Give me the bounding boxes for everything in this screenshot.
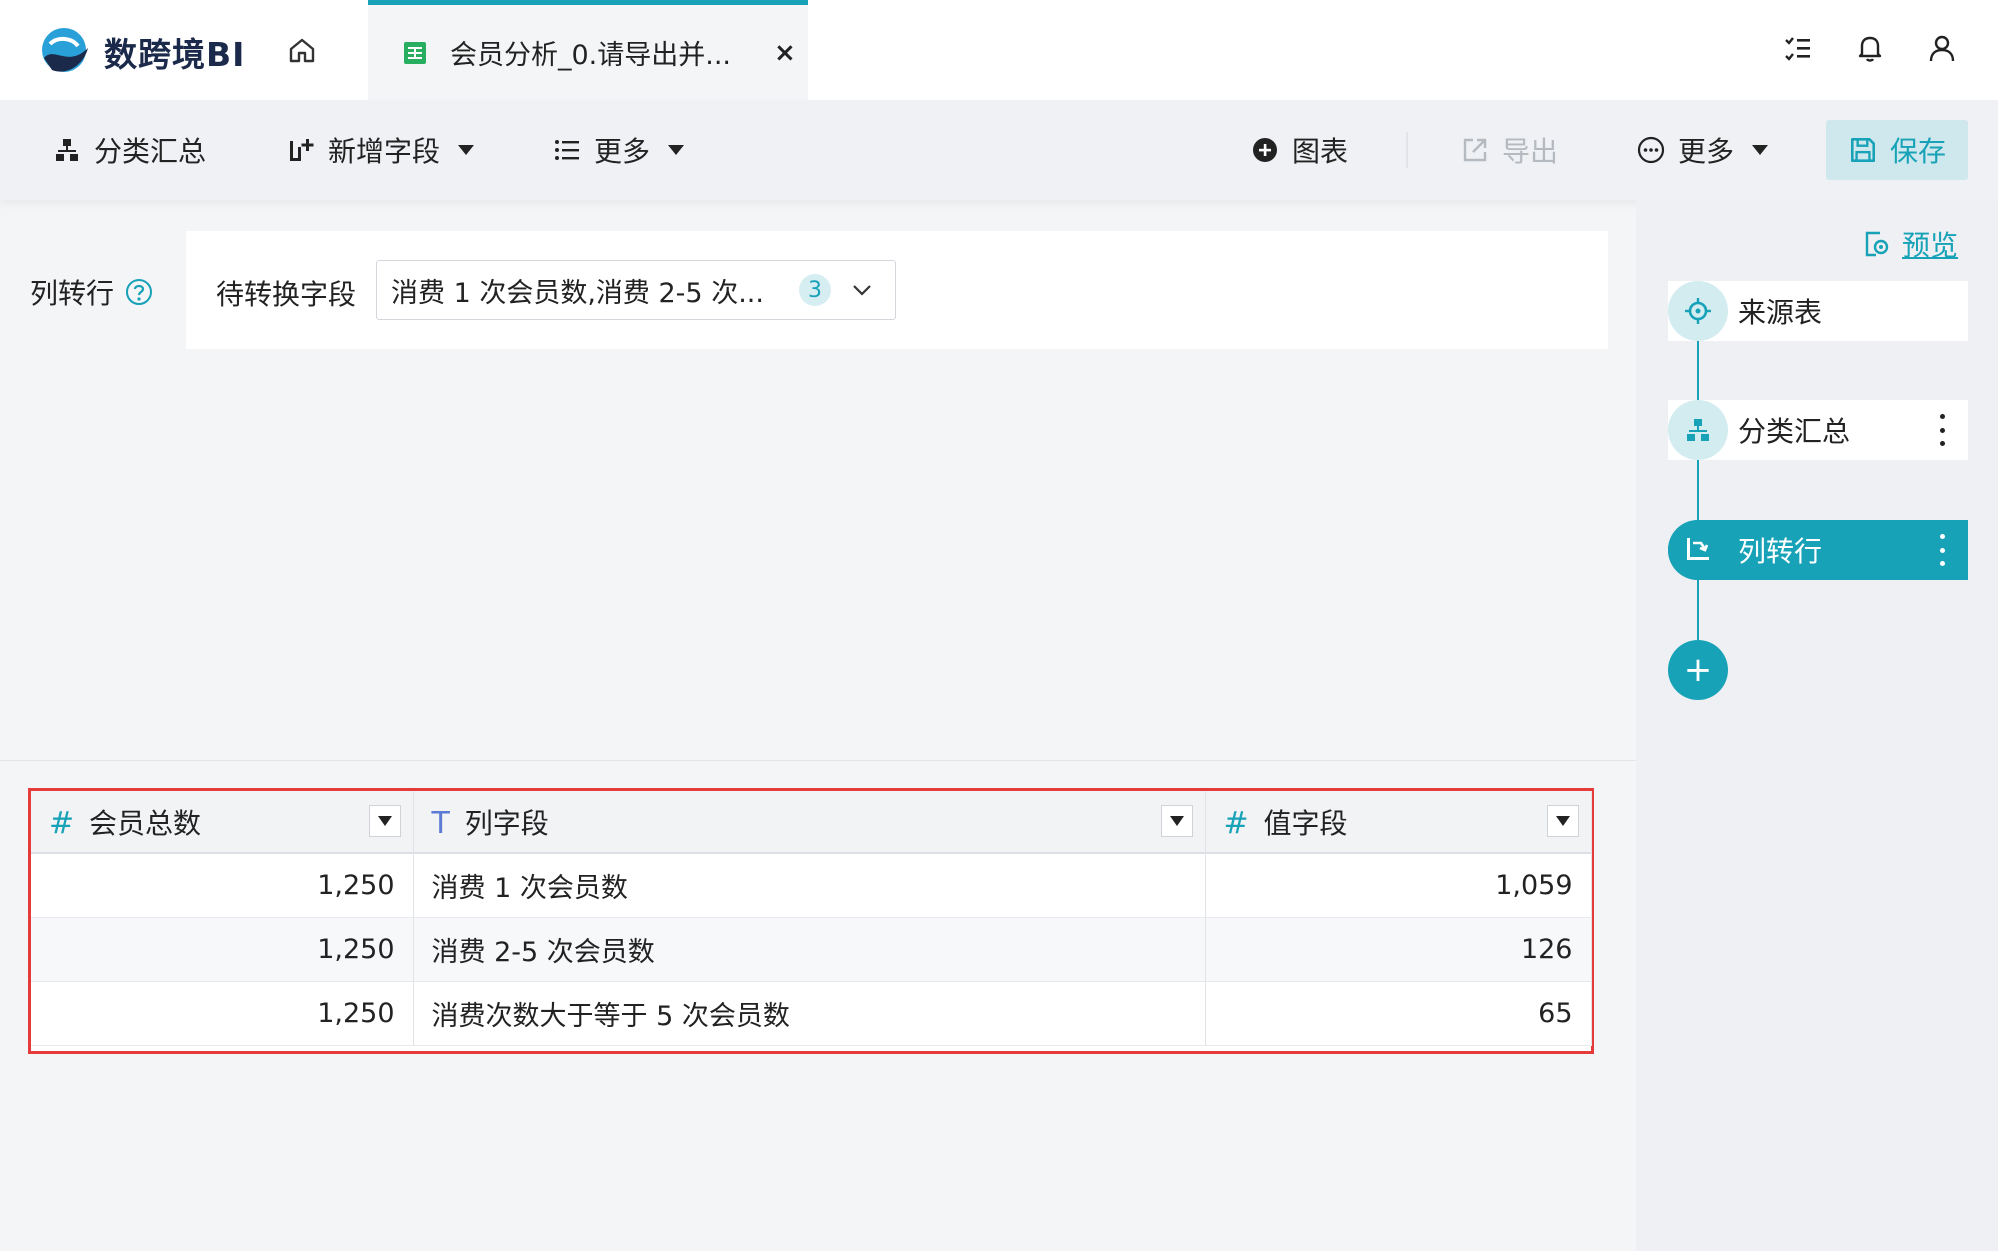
tab-title: 会员分析_0.请导出并... xyxy=(450,40,732,71)
home-icon xyxy=(289,38,315,63)
column-header-total[interactable]: # 会员总数 xyxy=(31,791,414,854)
cell-column[interactable]: 消费次数大于等于 5 次会员数 xyxy=(413,981,1206,1046)
export-button[interactable]: 导出 xyxy=(1460,100,1558,200)
number-type-icon: # xyxy=(49,805,75,841)
spreadsheet-icon xyxy=(404,41,426,64)
config-panel: 待转换字段 消费 1 次会员数,消费 2-5 次... 3 xyxy=(186,231,1608,349)
flow-node-source-table[interactable]: 来源表 xyxy=(1668,281,1968,341)
column-to-row-icon xyxy=(1668,520,1728,580)
group-summary-label: 分类汇总 xyxy=(94,135,207,168)
column-header-label: 会员总数 xyxy=(89,806,202,840)
column-header-column-field[interactable]: T 列字段 xyxy=(413,791,1206,854)
add-field-label: 新增字段 xyxy=(328,135,441,168)
add-step-button[interactable]: + xyxy=(1668,640,1728,700)
notification-button[interactable] xyxy=(1852,30,1888,66)
logo-icon xyxy=(38,24,94,80)
preview-icon xyxy=(1865,231,1889,257)
flow-node-group-summary[interactable]: 分类汇总 xyxy=(1668,400,1968,460)
column-dropdown-button[interactable] xyxy=(368,805,401,837)
flow-node-label: 来源表 xyxy=(1738,296,1823,329)
table-row: 1,250 消费次数大于等于 5 次会员数 65 xyxy=(31,981,1592,1046)
column-header-label: 值字段 xyxy=(1263,806,1348,840)
add-field-dropdown-icon xyxy=(458,145,475,155)
task-list-button[interactable] xyxy=(1780,30,1816,66)
more-right-label: 更多 xyxy=(1678,135,1735,168)
more-right-dropdown-icon xyxy=(1752,145,1769,155)
group-summary-icon xyxy=(1668,400,1728,460)
chevron-down-icon xyxy=(853,285,871,296)
checklist-icon xyxy=(1785,37,1810,61)
add-field-icon xyxy=(286,135,316,165)
tab-close-button[interactable]: × xyxy=(774,38,796,68)
help-icon[interactable] xyxy=(124,277,154,307)
home-button[interactable] xyxy=(284,32,320,68)
table-row: 1,250 消费 1 次会员数 1,059 xyxy=(31,853,1592,918)
cell-column[interactable]: 消费 2-5 次会员数 xyxy=(413,917,1206,982)
group-summary-button[interactable]: 分类汇总 xyxy=(52,100,206,200)
cell-total[interactable]: 1,250 xyxy=(31,917,414,982)
step-title-label: 列转行 xyxy=(30,277,115,310)
flow-node-label: 分类汇总 xyxy=(1738,415,1851,448)
more-right-button[interactable]: 更多 xyxy=(1636,100,1769,200)
list-icon xyxy=(552,135,582,165)
logo-text: 数跨境BI xyxy=(104,35,246,74)
column-dropdown-button[interactable] xyxy=(1546,805,1579,837)
result-table: # 会员总数 T 列字段 # 值字段 1,250 消费 1 次会员数 1,059… xyxy=(28,788,1594,1054)
more-left-label: 更多 xyxy=(594,135,651,168)
more-left-button[interactable]: 更多 xyxy=(552,100,685,200)
user-button[interactable] xyxy=(1924,30,1960,66)
column-dropdown-button[interactable] xyxy=(1160,805,1193,837)
add-circle-icon xyxy=(1250,135,1280,165)
save-button[interactable]: 保存 xyxy=(1826,120,1968,180)
group-summary-icon xyxy=(52,135,82,165)
field-to-convert-select[interactable]: 消费 1 次会员数,消费 2-5 次... 3 xyxy=(376,260,896,320)
save-label: 保存 xyxy=(1889,135,1946,168)
flow-connector xyxy=(1697,458,1699,520)
step-title: 列转行 xyxy=(30,272,154,312)
chart-button[interactable]: 图表 xyxy=(1250,100,1348,200)
more-circle-icon xyxy=(1636,135,1666,165)
cell-column[interactable]: 消费 1 次会员数 xyxy=(413,853,1206,918)
section-divider xyxy=(0,760,1636,761)
flow-connector xyxy=(1697,578,1699,640)
more-left-dropdown-icon xyxy=(668,145,685,155)
cell-value[interactable]: 65 xyxy=(1205,981,1592,1046)
cell-value[interactable]: 1,059 xyxy=(1205,853,1592,918)
text-type-icon: T xyxy=(431,805,450,841)
field-select-value: 消费 1 次会员数,消费 2-5 次... xyxy=(391,277,764,309)
flow-node-column-to-row[interactable]: 列转行 xyxy=(1668,520,1968,580)
table-row: 1,250 消费 2-5 次会员数 126 xyxy=(31,917,1592,982)
chart-label: 图表 xyxy=(1292,135,1349,168)
bell-icon xyxy=(1858,36,1882,62)
cell-total[interactable]: 1,250 xyxy=(31,981,414,1046)
number-type-icon: # xyxy=(1223,805,1249,841)
flow-node-label: 列转行 xyxy=(1738,535,1823,568)
user-icon xyxy=(1929,35,1955,62)
column-header-label: 列字段 xyxy=(464,806,549,840)
tab-document[interactable]: 会员分析_0.请导出并... × xyxy=(368,0,808,100)
save-icon xyxy=(1850,138,1875,162)
top-bar: 数跨境BI 会员分析_0.请导出并... × xyxy=(0,0,1998,100)
column-header-value-field[interactable]: # 值字段 xyxy=(1205,791,1592,854)
kebab-menu-icon[interactable] xyxy=(1940,414,1946,446)
cell-value[interactable]: 126 xyxy=(1205,917,1592,982)
table-header-row: # 会员总数 T 列字段 # 值字段 xyxy=(31,791,1592,854)
flow-connector xyxy=(1697,338,1699,400)
preview-label: 预览 xyxy=(1902,229,1959,262)
crosshair-icon xyxy=(1668,281,1728,341)
field-to-convert-label: 待转换字段 xyxy=(216,278,357,311)
flow-panel xyxy=(1636,200,1998,1251)
selected-count-badge: 3 xyxy=(799,274,831,306)
kebab-menu-icon[interactable] xyxy=(1940,534,1946,566)
cell-total[interactable]: 1,250 xyxy=(31,853,414,918)
preview-link[interactable]: 预览 xyxy=(1862,224,1958,264)
export-icon xyxy=(1460,135,1490,165)
add-field-button[interactable]: 新增字段 xyxy=(286,100,475,200)
toolbar-separator xyxy=(1406,132,1408,168)
export-label: 导出 xyxy=(1502,135,1559,168)
app-logo[interactable]: 数跨境BI xyxy=(38,22,245,82)
toolbar: 分类汇总 新增字段 更多 图表 导出 更多 xyxy=(0,100,1998,200)
